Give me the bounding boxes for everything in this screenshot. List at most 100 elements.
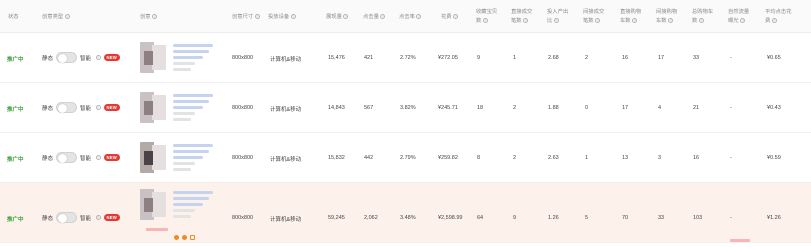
toggle-knob (57, 103, 68, 113)
new-badge: NEW (103, 214, 120, 221)
cost-value: ¥272.05 (438, 55, 458, 61)
help-icon[interactable]: ? (668, 18, 674, 24)
header-ctr-label: 点击率 (399, 14, 415, 20)
creative-thumbnail[interactable] (140, 142, 166, 173)
static-label: 静态 (42, 55, 54, 62)
creative-title-redacted (173, 118, 191, 121)
creative-type-toggle[interactable] (56, 152, 78, 163)
clicks-value: 2,062 (364, 215, 378, 221)
ctr-value: 3.48% (400, 215, 416, 221)
creative-type-switch: 静态 智能? NEW (42, 52, 120, 63)
preview-icon[interactable] (182, 235, 187, 240)
header-favorites[interactable]: 收藏宝贝数? (476, 8, 502, 26)
help-icon[interactable]: ? (254, 14, 260, 20)
creative-title-redacted (173, 215, 191, 218)
creative-actions (174, 235, 195, 240)
smart-label: 智能 (80, 55, 92, 62)
header-size[interactable]: 创意尺寸? (232, 13, 272, 22)
header-device[interactable]: 投放设备? (268, 13, 318, 22)
header-device-label: 投放设备 (268, 14, 290, 20)
header-creative[interactable]: 创意? (140, 13, 200, 22)
new-badge: NEW (103, 54, 120, 61)
header-total-cart[interactable]: 总购物车数? (692, 8, 718, 26)
help-icon[interactable]: ? (95, 105, 101, 110)
direct-cart-value: 70 (622, 215, 629, 221)
ctr-value: 2.72% (400, 55, 416, 61)
header-clicks[interactable]: 点击量? (363, 13, 403, 22)
copy-icon[interactable] (190, 235, 195, 240)
help-icon[interactable]: ? (343, 14, 349, 20)
new-badge: NEW (103, 104, 120, 111)
device-label: 计算机&移动 (270, 57, 302, 63)
direct-orders-value: 9 (513, 215, 517, 221)
help-icon[interactable]: ? (95, 155, 101, 160)
impressions-value: 14,843 (328, 105, 345, 111)
creative-title-redacted (173, 50, 209, 53)
edit-icon[interactable] (174, 235, 179, 240)
help-icon[interactable]: ? (482, 18, 488, 24)
header-creative-type[interactable]: 创意类型? (42, 13, 102, 22)
header-direct-orders[interactable]: 直接成交笔数? (511, 8, 537, 26)
help-icon[interactable]: ? (95, 215, 101, 220)
header-cost[interactable]: 花费? (441, 13, 481, 22)
row-tag-redacted (730, 239, 750, 242)
creative-thumbnail[interactable] (140, 42, 166, 73)
creative-type-switch: 静态 智能? NEW (42, 212, 120, 223)
help-icon[interactable]: ? (632, 18, 638, 24)
header-natural-exposure-label: 自然流量曝光 (728, 9, 750, 24)
table-row[interactable]: 推广中 静态 智能? NEW 800x800 计算机&移动 59,245 2,062 3.48%… (0, 183, 811, 243)
header-ctr[interactable]: 点击率? (399, 13, 439, 22)
cost-value: ¥2,598.99 (438, 215, 463, 221)
smart-label: 智能 (80, 155, 92, 162)
header-status-label: 状态 (8, 14, 19, 20)
direct-orders-value: 2 (513, 105, 517, 111)
indirect-orders-value: 2 (585, 55, 589, 61)
creative-title-redacted (173, 56, 203, 59)
total-cart-value: 33 (693, 55, 700, 61)
table-row[interactable]: 推广中 静态 智能? NEW 800x800 计算机&移动 15,832 442 2.79% ¥2… (0, 133, 811, 183)
creative-title-redacted (173, 94, 213, 97)
help-icon[interactable]: ? (698, 18, 704, 24)
help-icon[interactable]: ? (740, 18, 746, 24)
header-avg-cpc[interactable]: 平均点击花费? (765, 8, 795, 26)
help-icon[interactable]: ? (416, 14, 422, 20)
header-roi[interactable]: 投入产出比? (547, 8, 573, 26)
help-icon[interactable]: ? (453, 14, 459, 20)
help-icon[interactable]: ? (290, 14, 296, 20)
table-row[interactable]: 推广中 静态 智能? NEW 800x800 计算机&移动 14,843 567 3.82% ¥2… (0, 83, 811, 133)
header-indirect-orders[interactable]: 间接成交笔数? (583, 8, 609, 26)
header-impressions[interactable]: 展现量? (326, 13, 366, 22)
header-natural-exposure[interactable]: 自然流量曝光? (728, 8, 754, 26)
creative-title-redacted (173, 209, 195, 212)
creative-type-toggle[interactable] (56, 52, 78, 63)
help-icon[interactable]: ? (523, 18, 529, 24)
creative-type-toggle[interactable] (56, 212, 78, 223)
direct-cart-value: 16 (622, 55, 629, 61)
help-icon[interactable]: ? (95, 55, 101, 60)
static-label: 静态 (42, 105, 54, 112)
help-icon[interactable]: ? (595, 18, 601, 24)
help-icon[interactable]: ? (380, 14, 386, 20)
header-direct-cart[interactable]: 直接购物车数? (620, 8, 646, 26)
toggle-knob (57, 213, 68, 223)
favorites-value: 8 (477, 155, 481, 161)
creative-thumbnail[interactable] (140, 189, 166, 220)
creative-type-toggle[interactable] (56, 102, 78, 113)
creative-title-redacted (173, 100, 209, 103)
help-icon[interactable]: ? (64, 14, 70, 20)
header-impressions-label: 展现量 (326, 14, 342, 20)
creative-title-redacted (173, 62, 195, 65)
help-icon[interactable]: ? (553, 18, 559, 24)
direct-orders-value: 2 (513, 155, 517, 161)
status-label: 推广中 (7, 157, 24, 163)
table-row[interactable]: 推广中 静态 智能? NEW 800x800 计算机&移动 15,476 421 2.72% ¥2… (0, 33, 811, 83)
creative-thumbnail[interactable] (140, 92, 166, 123)
header-indirect-cart[interactable]: 间接购物车数? (656, 8, 682, 26)
creative-tag-redacted (146, 228, 168, 231)
help-icon[interactable]: ? (771, 18, 777, 24)
indirect-cart-value: 4 (658, 105, 662, 111)
creative-type-switch: 静态 智能? NEW (42, 152, 120, 163)
natural-exposure-value: - (730, 155, 732, 161)
cost-value: ¥259.82 (438, 155, 458, 161)
help-icon[interactable]: ? (152, 14, 158, 20)
